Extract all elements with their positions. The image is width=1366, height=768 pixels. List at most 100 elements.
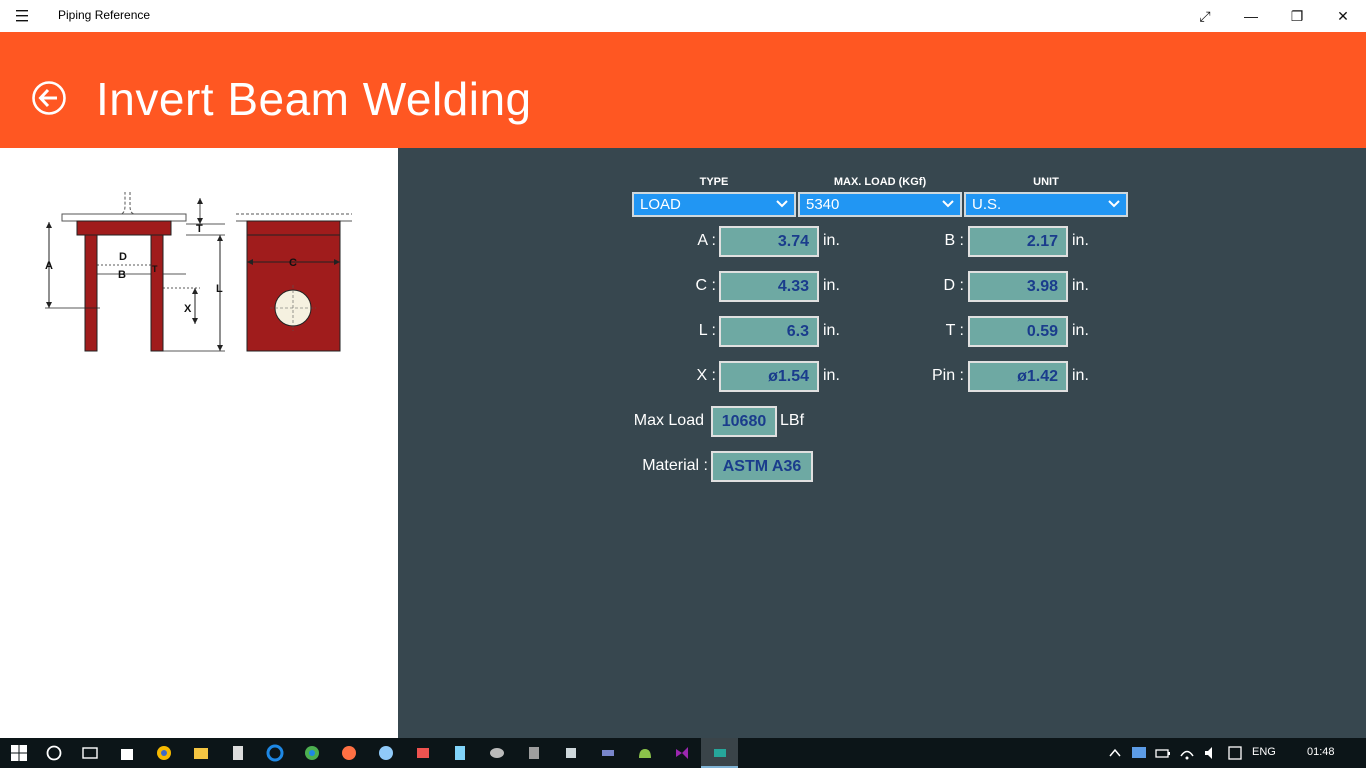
- field-c-value: 4.33: [719, 271, 819, 302]
- unit-header: UNIT: [1033, 176, 1059, 188]
- type-dropdown[interactable]: LOAD: [632, 192, 796, 217]
- field-x-value: ø1.54: [719, 361, 819, 392]
- type-header: TYPE: [699, 176, 729, 188]
- diagram-panel: A D B T T L X C: [0, 148, 398, 738]
- app-icon[interactable]: [414, 744, 432, 762]
- minimize-icon: —: [1244, 8, 1258, 24]
- clock[interactable]: 01:48: [1307, 746, 1335, 758]
- android-icon[interactable]: [636, 744, 654, 762]
- fullscreen-icon: ⤢: [1199, 7, 1211, 24]
- page-header: Invert Beam Welding: [0, 32, 1366, 148]
- page-title: Invert Beam Welding: [96, 73, 532, 125]
- restore-button[interactable]: ❐: [1274, 0, 1320, 32]
- field-pin-unit: in.: [1072, 367, 1089, 384]
- field-a-unit: in.: [823, 232, 840, 249]
- field-pin-value: ø1.42: [968, 361, 1068, 392]
- app-icon[interactable]: [488, 744, 506, 762]
- field-d-value: 3.98: [968, 271, 1068, 302]
- chrome-canary-icon[interactable]: [155, 744, 173, 762]
- calculator-panel: TYPE MAX. LOAD (KGf) UNIT LOAD 5340 U.S.…: [398, 148, 1366, 738]
- fullscreen-button[interactable]: ⤢: [1182, 0, 1228, 32]
- chevron-up-icon[interactable]: [1106, 744, 1124, 762]
- right-leg-shape: [150, 234, 164, 352]
- field-c-label: C :: [695, 277, 716, 294]
- field-l-unit: in.: [823, 322, 840, 339]
- unit-dropdown[interactable]: U.S.: [964, 192, 1128, 217]
- chevron-down-icon: [1108, 200, 1120, 208]
- battery-icon[interactable]: [1154, 744, 1172, 762]
- language-indicator[interactable]: ENG: [1252, 746, 1276, 758]
- chevron-down-icon: [942, 200, 954, 208]
- chrome-icon[interactable]: [303, 744, 321, 762]
- field-a-label: A :: [697, 232, 716, 249]
- field-x-unit: in.: [823, 367, 840, 384]
- field-d-unit: in.: [1072, 277, 1089, 294]
- type-dropdown-value: LOAD: [640, 196, 681, 213]
- field-b-label: B :: [944, 232, 964, 249]
- visual-studio-icon[interactable]: [673, 744, 691, 762]
- app-icon[interactable]: [562, 744, 580, 762]
- dim-label-a: A: [45, 260, 53, 272]
- title-bar: Piping Reference ⤢ — ❐ ✕: [0, 0, 1366, 32]
- chevron-down-icon: [776, 200, 788, 208]
- field-t-value: 0.59: [968, 316, 1068, 347]
- max-load-header: MAX. LOAD (KGf): [833, 176, 927, 188]
- field-l-value: 6.3: [719, 316, 819, 347]
- wifi-icon[interactable]: [1178, 744, 1196, 762]
- database-icon[interactable]: [525, 744, 543, 762]
- unit-dropdown-value: U.S.: [972, 196, 1002, 213]
- windows-start-icon[interactable]: [10, 744, 28, 762]
- side-plate-shape: [246, 220, 341, 352]
- max-load-dropdown-value: 5340: [806, 196, 840, 213]
- field-d-label: D :: [943, 277, 964, 294]
- calculator-icon[interactable]: [229, 744, 247, 762]
- store-icon[interactable]: [118, 744, 136, 762]
- app-icon[interactable]: [599, 744, 617, 762]
- active-app-tab[interactable]: [701, 738, 738, 768]
- dim-label-t-side: T: [152, 264, 158, 274]
- taskbar: ENG 01:48: [0, 738, 1366, 768]
- network-app-icon[interactable]: [1130, 744, 1148, 762]
- max-load-dropdown[interactable]: 5340: [798, 192, 962, 217]
- close-button[interactable]: ✕: [1320, 0, 1366, 32]
- volume-icon[interactable]: [1202, 744, 1220, 762]
- field-b-value: 2.17: [968, 226, 1068, 257]
- left-leg-shape: [84, 234, 98, 352]
- field-a-value: 3.74: [719, 226, 819, 257]
- dim-label-d: D: [119, 251, 127, 263]
- restore-icon: ❐: [1290, 7, 1304, 24]
- app-title: Piping Reference: [58, 8, 151, 22]
- field-pin-label: Pin :: [931, 367, 964, 384]
- piping-reference-icon: [714, 749, 726, 757]
- task-view-icon[interactable]: [81, 744, 99, 762]
- hamburger-menu-icon[interactable]: [12, 7, 34, 25]
- field-c-unit: in.: [823, 277, 840, 294]
- top-plate-shape: [76, 220, 172, 236]
- dim-label-x: X: [184, 303, 192, 315]
- minimize-button[interactable]: —: [1228, 0, 1274, 32]
- field-x-label: X :: [696, 367, 716, 384]
- file-explorer-icon[interactable]: [192, 744, 210, 762]
- material-value: ASTM A36: [711, 451, 813, 482]
- close-icon: ✕: [1337, 7, 1349, 24]
- dim-label-b: B: [118, 269, 126, 281]
- dim-label-t: T: [196, 223, 203, 235]
- action-center-icon[interactable]: [1226, 744, 1244, 762]
- field-t-label: T :: [945, 322, 964, 339]
- field-b-unit: in.: [1072, 232, 1089, 249]
- edge-icon[interactable]: [266, 744, 284, 762]
- back-arrow-icon[interactable]: [31, 80, 67, 116]
- field-t-unit: in.: [1072, 322, 1089, 339]
- max-load-label: Max Load: [633, 412, 704, 429]
- app-icon[interactable]: [377, 744, 395, 762]
- max-load-value: 10680: [711, 406, 777, 437]
- invert-beam-diagram: A D B T T L X C: [45, 192, 352, 352]
- dim-label-l: L: [216, 283, 223, 295]
- firefox-icon[interactable]: [340, 744, 358, 762]
- search-icon[interactable]: [45, 744, 63, 762]
- material-label: Material :: [642, 457, 708, 474]
- notepad-icon[interactable]: [451, 744, 469, 762]
- max-load-unit: LBf: [780, 412, 805, 429]
- dim-label-c: C: [289, 257, 297, 269]
- field-l-label: L :: [698, 322, 716, 339]
